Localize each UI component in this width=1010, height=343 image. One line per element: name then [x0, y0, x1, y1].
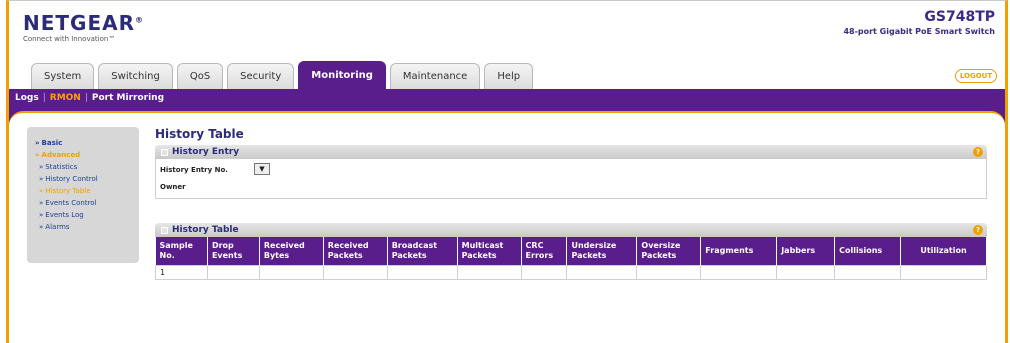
subnav-separator: | — [84, 92, 88, 103]
history-entry-title: History Entry — [172, 147, 240, 157]
table-cell — [206, 264, 260, 280]
column-header: CRC Errors — [521, 237, 568, 265]
sidebar-item-statistics[interactable]: » Statistics — [27, 161, 139, 173]
main-tabs: System Switching QoS Security Monitoring… — [31, 61, 534, 89]
table-cell — [776, 264, 836, 280]
tab-security[interactable]: Security — [227, 63, 295, 89]
column-header: Received Packets — [323, 237, 388, 265]
header: NETGEAR® Connect with Innovation™ GS748T… — [9, 1, 1005, 93]
help-icon[interactable]: ? — [973, 225, 983, 235]
tab-system[interactable]: System — [31, 63, 95, 89]
logout-button[interactable]: LOGOUT — [955, 69, 997, 83]
bullet-icon: » — [39, 175, 44, 183]
bullet-icon: » — [39, 163, 44, 171]
table-cell — [322, 264, 388, 280]
column-header: Utilization — [900, 237, 987, 265]
tab-qos[interactable]: QoS — [176, 63, 224, 89]
column-header: Broadcast Packets — [387, 237, 458, 265]
page-title: History Table — [155, 127, 244, 141]
table-cell: 1 — [155, 264, 208, 280]
sidebar-item-alarms[interactable]: » Alarms — [27, 221, 139, 233]
column-header: Received Bytes — [259, 237, 324, 265]
table-cell — [258, 264, 324, 280]
table-header-row: Sample No. Drop Events Received Bytes Re… — [155, 237, 987, 265]
sidebar-item-history-control[interactable]: » History Control — [27, 173, 139, 185]
column-header: Drop Events — [207, 237, 260, 265]
subnav-separator: | — [42, 92, 46, 103]
bullet-icon: » — [35, 151, 40, 159]
table-cell — [386, 264, 458, 280]
table-cell — [566, 264, 638, 280]
table-cell — [456, 264, 522, 280]
tab-maintenance[interactable]: Maintenance — [389, 63, 481, 89]
subnav-rmon[interactable]: RMON — [50, 93, 81, 103]
subnav-port-mirroring[interactable]: Port Mirroring — [92, 93, 164, 103]
column-header: Undersize Packets — [566, 237, 638, 265]
collapse-icon[interactable] — [161, 148, 168, 156]
bullet-icon: » — [39, 211, 44, 219]
main-content: History Table History Entry ? History En… — [155, 127, 987, 280]
owner-label: Owner — [160, 183, 186, 191]
chevron-down-icon: ▼ — [259, 165, 265, 173]
model-name: GS748TP — [924, 9, 995, 25]
bullet-icon: » — [39, 199, 44, 207]
sidebar-item-basic[interactable]: » Basic — [27, 137, 139, 149]
tagline: Connect with Innovation™ — [23, 35, 116, 43]
bullet-icon: » — [35, 139, 40, 147]
column-header: Jabbers — [776, 237, 836, 265]
history-entry-header: History Entry ? — [155, 145, 987, 159]
table-cell — [900, 264, 987, 280]
column-header: Multicast Packets — [457, 237, 522, 265]
history-table: Sample No. Drop Events Received Bytes Re… — [155, 237, 987, 280]
sidebar-item-events-control[interactable]: » Events Control — [27, 197, 139, 209]
app-frame: NETGEAR® Connect with Innovation™ GS748T… — [6, 0, 1008, 343]
history-table-title: History Table — [172, 225, 239, 235]
sidebar-item-advanced[interactable]: » Advanced — [27, 149, 139, 161]
sidebar-item-history-table[interactable]: » History Table — [27, 185, 139, 197]
table-cell — [520, 264, 568, 280]
bullet-icon: » — [39, 223, 44, 231]
table-cell — [834, 264, 902, 280]
table-row: 1 — [155, 264, 987, 280]
sub-navigation: Logs | RMON | Port Mirroring — [9, 89, 1005, 106]
help-icon[interactable]: ? — [973, 147, 983, 157]
history-entry-no-label: History Entry No. — [160, 166, 228, 174]
tab-help[interactable]: Help — [484, 63, 534, 89]
column-header: Oversize Packets — [636, 237, 702, 265]
history-entry-no-select[interactable]: ▼ — [254, 163, 270, 175]
subnav-logs[interactable]: Logs — [15, 93, 39, 103]
history-entry-box: History Entry No. ▼ Owner — [155, 159, 987, 199]
column-header: Fragments — [700, 237, 778, 265]
tab-switching[interactable]: Switching — [98, 63, 173, 89]
sidebar: » Basic » Advanced » Statistics » History Co… — [27, 127, 139, 263]
sidebar-item-events-log[interactable]: » Events Log — [27, 209, 139, 221]
table-cell — [700, 264, 778, 280]
history-table-header: History Table ? — [155, 223, 987, 237]
collapse-icon[interactable] — [161, 226, 168, 234]
tab-monitoring[interactable]: Monitoring — [298, 61, 386, 89]
column-header: Collisions — [834, 237, 902, 265]
model-description: 48-port Gigabit PoE Smart Switch — [843, 27, 995, 36]
netgear-logo: NETGEAR® — [23, 11, 144, 35]
column-header: Sample No. — [155, 237, 208, 265]
table-cell — [636, 264, 702, 280]
bullet-icon: » — [39, 187, 44, 195]
